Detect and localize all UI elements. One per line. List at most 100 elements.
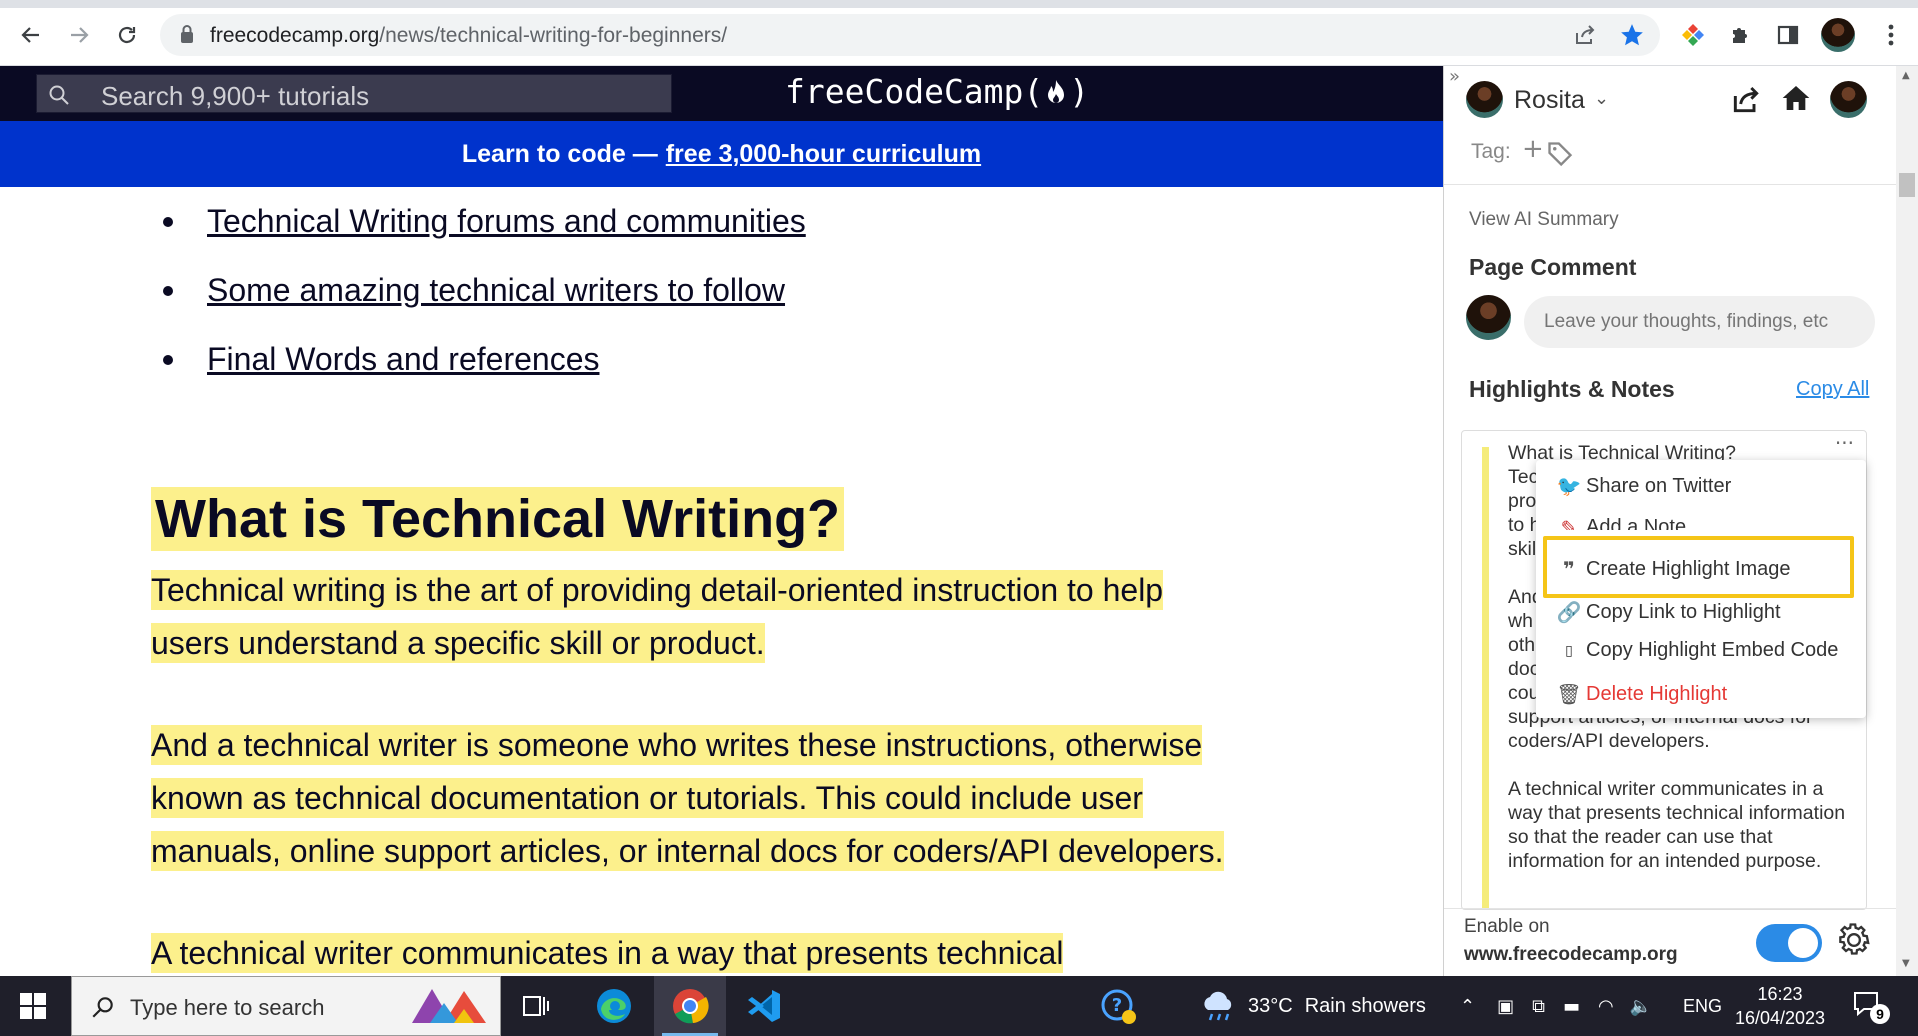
copy-link-item[interactable]: 🔗 Copy Link to Highlight — [1556, 600, 1781, 624]
flame-icon — [1048, 80, 1065, 103]
promo-banner: Learn to code — free 3,000-hour curricul… — [0, 121, 1443, 187]
user-name[interactable]: Rosita — [1514, 86, 1585, 115]
profile-avatar[interactable] — [1821, 18, 1855, 52]
article-heading: What is Technical Writing? — [151, 487, 845, 551]
lock-icon[interactable] — [180, 24, 194, 44]
rain-cloud-icon — [1204, 991, 1232, 1021]
banner-prefix: Learn to code — — [461, 139, 658, 168]
back-icon[interactable] — [14, 18, 48, 52]
notification-center[interactable]: 9 — [1852, 990, 1892, 1024]
twitter-icon: 🐦 — [1556, 474, 1582, 498]
page-comment-input[interactable] — [1524, 296, 1875, 348]
weather-desc: Rain showers — [1304, 994, 1426, 1017]
focus-outline-box — [1543, 536, 1854, 598]
search-highlight-art — [412, 989, 486, 1023]
home-icon[interactable] — [1780, 82, 1812, 114]
menu-label: Share on Twitter — [1586, 474, 1732, 497]
notification-count: 9 — [1870, 1004, 1890, 1024]
tag-icon[interactable] — [1546, 140, 1574, 168]
toc-link[interactable]: Final Words and references — [207, 341, 599, 378]
scroll-down-icon[interactable]: ▼ — [1902, 958, 1910, 969]
menu-label: Delete Highlight — [1586, 682, 1728, 705]
puzzle-icon[interactable] — [1724, 18, 1758, 52]
wifi-icon[interactable]: ◠ — [1598, 996, 1614, 1017]
menu-label: Add a Note — [1586, 516, 1687, 530]
toc-link[interactable]: Some amazing technical writers to follow — [207, 272, 785, 309]
add-tag-plus: + — [1522, 134, 1544, 164]
paragraph: Technical writing is the art of providin… — [151, 564, 1271, 670]
toc-link[interactable]: Technical Writing forums and communities — [207, 203, 806, 240]
chevron-down-icon[interactable]: ⌄ — [1594, 88, 1609, 109]
site-logo-text: freeCodeCamp( — [785, 72, 1044, 111]
clock-date: 16/04/2023 — [1734, 1008, 1826, 1028]
kebab-icon[interactable] — [1874, 18, 1908, 52]
edge-taskbar-app[interactable] — [578, 976, 650, 1036]
open-external-icon[interactable] — [1730, 84, 1762, 116]
user-avatar[interactable] — [1466, 81, 1503, 118]
chrome-taskbar-app[interactable] — [654, 976, 726, 1036]
address-bar[interactable]: freecodecamp.org/news/technical-writing-… — [160, 14, 1660, 56]
svg-text:?: ? — [1112, 995, 1122, 1016]
share-twitter-item[interactable]: 🐦 Share on Twitter — [1556, 474, 1732, 498]
article-body: Technical Writing forums and communities… — [0, 187, 1443, 976]
volume-icon[interactable]: 🔈 — [1630, 996, 1652, 1017]
scroll-up-icon[interactable]: ▲ — [1902, 70, 1910, 81]
forward-icon[interactable] — [62, 18, 96, 52]
battery-icon[interactable]: ▬ — [1563, 996, 1580, 1017]
taskbar-search-placeholder: Type here to search — [130, 995, 325, 1020]
tag-label: Tag: — [1471, 140, 1511, 163]
paragraph: And a technical writer is someone who wr… — [151, 719, 1271, 878]
page-comment-title: Page Comment — [1469, 254, 1637, 280]
weather-widget[interactable]: 33°C Rain showers — [1200, 976, 1426, 1036]
camera-icon[interactable]: ⧉ — [1532, 996, 1545, 1017]
enable-domain: www.freecodecamp.org — [1464, 944, 1678, 965]
browser-toolbar: freecodecamp.org/news/technical-writing-… — [0, 0, 1918, 66]
site-logo[interactable]: freeCodeCamp() — [785, 72, 1089, 111]
panel-scrollbar[interactable]: ▲ ▼ — [1896, 66, 1918, 976]
bullet — [163, 285, 173, 296]
view-ai-summary-link[interactable]: View AI Summary — [1469, 209, 1619, 231]
url-path: /news/technical-writing-for-beginners/ — [379, 24, 728, 47]
windows-start-button[interactable] — [0, 976, 66, 1036]
toc-item: Some amazing technical writers to follow — [150, 272, 785, 309]
copy-all-link[interactable]: Copy All — [1796, 378, 1869, 401]
divider — [1444, 908, 1897, 909]
sidepanel-icon[interactable] — [1771, 18, 1805, 52]
web-page: Search 9,900+ tutorials freeCodeCamp() L… — [0, 66, 1443, 976]
taskbar-search-box[interactable]: Type here to search — [71, 976, 501, 1036]
toggle-knob — [1788, 928, 1818, 958]
extension-colorful-icon[interactable] — [1676, 18, 1710, 52]
copy-embed-code-item[interactable]: ▯ Copy Highlight Embed Code — [1556, 639, 1838, 662]
add-note-item[interactable]: ✎ Add a Note — [1556, 516, 1686, 530]
chevron-up-icon[interactable]: ⌃ — [1460, 996, 1475, 1017]
delete-highlight-item[interactable]: 🗑 Delete Highlight — [1556, 682, 1727, 706]
divider — [1444, 184, 1897, 185]
bullet — [163, 354, 173, 365]
clock[interactable]: 16:23 16/04/2023 — [1730, 982, 1830, 1030]
url-text[interactable]: freecodecamp.org/news/technical-writing-… — [210, 24, 727, 48]
account-avatar[interactable] — [1830, 81, 1867, 118]
add-tag-button[interactable]: + — [1522, 134, 1544, 164]
collapse-panel-icon[interactable]: » — [1449, 66, 1460, 87]
enable-toggle[interactable] — [1756, 924, 1822, 962]
highlights-notes-title: Highlights & Notes — [1469, 376, 1675, 402]
highlight-color-bar — [1482, 447, 1489, 909]
reload-icon[interactable] — [110, 18, 144, 52]
banner-curriculum-link[interactable]: free 3,000-hour curriculum — [666, 140, 981, 169]
link-icon: 🔗 — [1556, 600, 1582, 624]
vscode-icon — [748, 990, 780, 1022]
site-search-input[interactable]: Search 9,900+ tutorials — [36, 74, 672, 113]
meet-now-icon[interactable]: ▣ — [1497, 996, 1514, 1017]
menu-label: Copy Link to Highlight — [1586, 600, 1781, 623]
share-icon[interactable] — [1568, 18, 1602, 52]
scrollbar-thumb[interactable] — [1899, 173, 1915, 197]
paragraph: A technical writer communicates in a way… — [151, 927, 1271, 976]
help-icon[interactable]: ? — [1100, 988, 1138, 1026]
paragraph-line: Technical writing is the art of providin… — [151, 570, 1164, 610]
star-icon[interactable] — [1615, 18, 1649, 52]
language-indicator[interactable]: ENG — [1683, 996, 1722, 1017]
gear-icon[interactable] — [1834, 920, 1874, 960]
task-view-button[interactable] — [500, 976, 572, 1036]
pencil-icon: ✎ — [1560, 516, 1578, 530]
vscode-taskbar-app[interactable] — [728, 976, 800, 1036]
